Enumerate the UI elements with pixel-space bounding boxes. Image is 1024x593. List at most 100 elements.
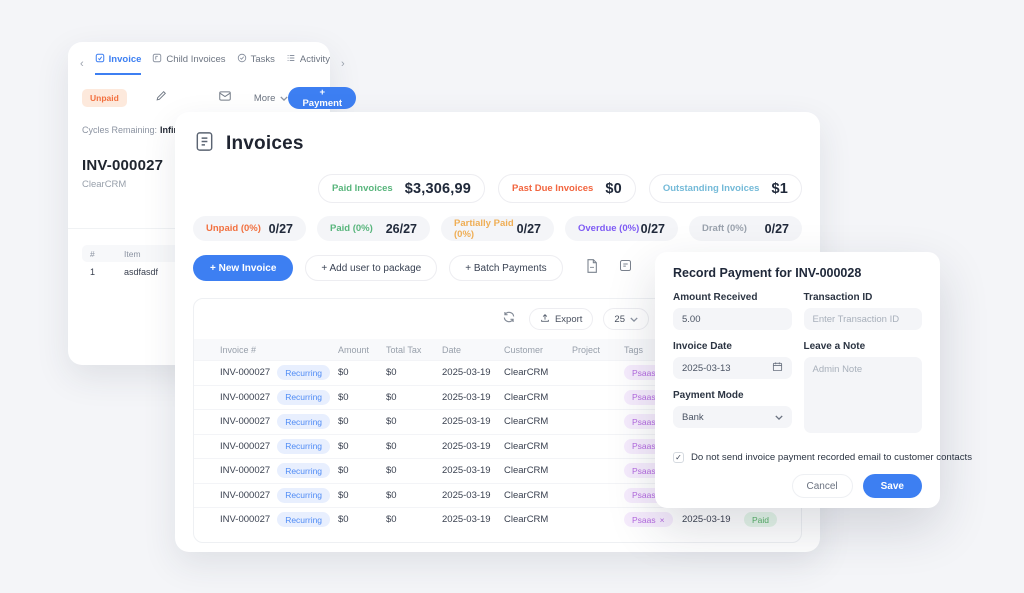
tag-label: Psaas — [632, 441, 656, 451]
cell-customer: ClearCRM — [504, 367, 572, 378]
tag-label: Psaas — [632, 392, 656, 402]
export-label: Export — [555, 314, 582, 325]
receipt-icon — [193, 130, 216, 158]
items-col-num: # — [90, 249, 124, 259]
cell-date: 2025-03-19 — [442, 465, 504, 476]
cell-invoice: INV-000027 Recurring — [220, 512, 338, 527]
email-button[interactable] — [218, 88, 232, 108]
tag-remove-icon[interactable]: × — [660, 515, 665, 525]
filter-draft[interactable]: Draft (0%) 0/27 — [689, 216, 802, 241]
table-row[interactable]: INV-000027 Recurring $0 $0 2025-03-19 Cl… — [194, 507, 801, 532]
col-date: Date — [442, 345, 504, 355]
checkbox-checked[interactable]: ✓ — [673, 452, 684, 463]
chevron-down-icon — [280, 93, 288, 104]
cell-invoice: INV-000027 Recurring — [220, 463, 338, 478]
batch-payments-button[interactable]: + Batch Payments — [449, 255, 562, 281]
save-button[interactable]: Save — [863, 474, 922, 498]
filter-label: Paid (0%) — [330, 223, 373, 234]
tabs-scroll-left-icon[interactable]: ‹ — [80, 59, 84, 70]
note-icon — [618, 258, 633, 278]
recurring-badge: Recurring — [277, 390, 330, 405]
payment-mode-value: Bank — [682, 412, 704, 423]
chevron-down-icon — [630, 314, 638, 325]
payment-mode-select[interactable]: Bank — [673, 406, 792, 428]
tab-child-invoices-label: Child Invoices — [166, 54, 225, 65]
payment-form: Amount Received Invoice Date 2025-03-13 … — [673, 292, 922, 444]
cell-customer: ClearCRM — [504, 441, 572, 452]
cycles-label: Cycles Remaining: — [82, 125, 157, 135]
amount-received-group: Amount Received — [673, 292, 792, 330]
modal-actions: Cancel Save — [673, 474, 922, 498]
cell-customer: ClearCRM — [504, 514, 572, 525]
cell-tax: $0 — [386, 416, 442, 427]
refresh-icon — [502, 310, 516, 329]
page-size-value: 25 — [614, 314, 625, 325]
cell-customer: ClearCRM — [504, 465, 572, 476]
no-email-checkbox-row[interactable]: ✓ Do not send invoice payment recorded e… — [673, 452, 922, 463]
filter-label: Unpaid (0%) — [206, 223, 261, 234]
col-project: Project — [572, 345, 624, 355]
tag-label: Psaas — [632, 417, 656, 427]
tab-invoice[interactable]: Invoice — [95, 53, 142, 75]
invoice-date-input[interactable]: 2025-03-13 — [673, 357, 792, 379]
stat-outstanding-invoices: Outstanding Invoices $1 — [649, 174, 802, 203]
transaction-id-label: Transaction ID — [804, 292, 923, 303]
col-total-tax: Total Tax — [386, 345, 442, 355]
recurring-badge: Recurring — [277, 439, 330, 454]
invoice-date-group: Invoice Date 2025-03-13 — [673, 341, 792, 379]
transaction-id-group: Transaction ID — [804, 292, 923, 330]
status-filter-row: Unpaid (0%) 0/27 Paid (0%) 26/27 Partial… — [193, 216, 802, 241]
tab-child-invoices[interactable]: Child Invoices — [152, 53, 225, 75]
stat-label: Past Due Invoices — [512, 183, 593, 194]
new-invoice-button[interactable]: + New Invoice — [193, 255, 293, 281]
more-menu-button[interactable]: More — [254, 93, 289, 104]
filter-unpaid[interactable]: Unpaid (0%) 0/27 — [193, 216, 306, 241]
row-invoice-number: INV-000027 — [220, 392, 270, 403]
page: ‹ Invoice Child Invoices Tasks Activity … — [0, 0, 1024, 593]
filter-label: Overdue (0%) — [578, 223, 639, 234]
row-invoice-number: INV-000027 — [220, 416, 270, 427]
page-title: Invoices — [226, 133, 304, 155]
envelope-icon — [218, 89, 232, 108]
report-button[interactable] — [615, 257, 637, 279]
stat-past-due-invoices: Past Due Invoices $0 — [498, 174, 636, 203]
item-num: 1 — [90, 267, 124, 277]
cell-amount: $0 — [338, 416, 386, 427]
cell-amount: $0 — [338, 465, 386, 476]
recurring-badge: Recurring — [277, 463, 330, 478]
paid-status-badge: Paid — [744, 512, 777, 527]
record-payment-modal: Record Payment for INV-000028 Amount Rec… — [655, 252, 940, 508]
payment-button[interactable]: + Payment — [288, 87, 356, 109]
row-invoice-number: INV-000027 — [220, 441, 270, 452]
detail-action-row: Unpaid More + Payment — [82, 87, 320, 109]
cell-date: 2025-03-19 — [442, 514, 504, 525]
refresh-button[interactable] — [499, 309, 519, 329]
row-invoice-number: INV-000027 — [220, 514, 270, 525]
filter-overdue[interactable]: Overdue (0%) 0/27 — [565, 216, 678, 241]
add-user-to-package-button[interactable]: + Add user to package — [305, 255, 437, 281]
transaction-id-input[interactable] — [804, 308, 923, 330]
cell-tax: $0 — [386, 392, 442, 403]
tasks-tab-icon — [237, 53, 247, 66]
more-label: More — [254, 93, 276, 104]
cell-tax: $0 — [386, 514, 442, 525]
cell-tax: $0 — [386, 465, 442, 476]
stat-label: Outstanding Invoices — [663, 183, 760, 194]
stat-value: $1 — [771, 181, 788, 197]
tab-tasks[interactable]: Tasks — [237, 53, 275, 75]
tabs-scroll-right-icon[interactable]: › — [341, 59, 345, 70]
filter-paid[interactable]: Paid (0%) 26/27 — [317, 216, 430, 241]
amount-received-input[interactable] — [673, 308, 792, 330]
payment-mode-label: Payment Mode — [673, 390, 792, 401]
stats-row: Paid Invoices $3,306,99 Past Due Invoice… — [193, 174, 802, 203]
note-textarea[interactable] — [804, 357, 923, 433]
filter-partially-paid[interactable]: Partially Paid (0%) 0/27 — [441, 216, 554, 241]
page-size-select[interactable]: 25 — [603, 308, 649, 330]
export-button[interactable]: Export — [529, 308, 593, 330]
edit-button[interactable] — [155, 88, 168, 108]
recurring-badge: Recurring — [277, 414, 330, 429]
tab-activity[interactable]: Activity — [286, 53, 330, 75]
cancel-button[interactable]: Cancel — [792, 474, 853, 498]
pdf-export-button[interactable] — [581, 257, 603, 279]
stat-value: $0 — [605, 181, 622, 197]
